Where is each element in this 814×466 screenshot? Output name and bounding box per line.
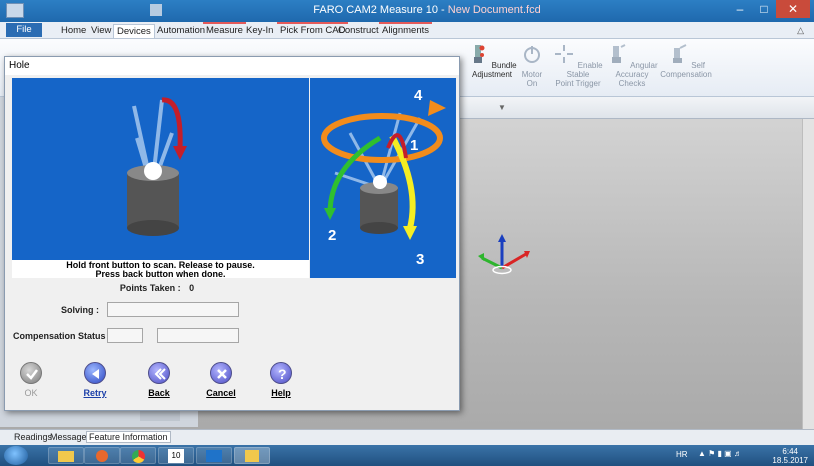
viewport-scrollbar[interactable] bbox=[802, 119, 814, 429]
retry-icon bbox=[84, 362, 106, 384]
taskbar-faro[interactable] bbox=[234, 447, 270, 464]
tab-construct[interactable]: Construct bbox=[335, 24, 382, 38]
cancel-button[interactable]: Cancel bbox=[201, 362, 241, 398]
title-bar: FARO CAM2 Measure 10 - New Document.fcd … bbox=[0, 0, 814, 22]
bundle-adjustment-icon bbox=[474, 45, 485, 63]
maximize-button[interactable]: □ bbox=[752, 0, 776, 18]
chrome-icon bbox=[131, 450, 145, 463]
faro-app-icon bbox=[245, 450, 259, 462]
sweep-label-1: 1 bbox=[410, 137, 418, 154]
probe-compensation-icon bbox=[672, 44, 687, 63]
taskbar-outlook[interactable] bbox=[196, 447, 232, 464]
angular-accuracy-checks-button[interactable]: Angular Accuracy Checks bbox=[598, 41, 666, 88]
compensation-status-field bbox=[157, 328, 239, 343]
points-taken-label: Points Taken : bbox=[119, 283, 181, 293]
ok-button[interactable]: OK bbox=[13, 362, 49, 398]
probe-hole-illustration bbox=[127, 97, 187, 236]
crosshair-icon bbox=[555, 45, 574, 63]
taskbar-media[interactable] bbox=[84, 447, 120, 464]
back-icon bbox=[148, 362, 170, 384]
taskbar-explorer[interactable] bbox=[48, 447, 84, 464]
compensation-status-label: Compensation Status bbox=[13, 331, 106, 341]
motor-on-label: Motor On bbox=[521, 70, 543, 88]
bundle-adjustment-button[interactable]: Bundle Adjustment bbox=[466, 41, 518, 79]
back-label: Back bbox=[148, 388, 170, 398]
sweep-label-2: 2 bbox=[328, 227, 336, 244]
clock[interactable]: 6:44 18.5.2017 bbox=[772, 447, 808, 465]
tab-key-in[interactable]: Key-In bbox=[243, 24, 276, 38]
ribbon-collapse-icon[interactable]: △ bbox=[797, 25, 804, 36]
calendar-icon: 10 bbox=[168, 449, 184, 463]
outlook-icon bbox=[206, 450, 222, 462]
help-label: Help bbox=[271, 388, 291, 398]
tab-measure[interactable]: Measure bbox=[203, 22, 246, 36]
tray-icons[interactable]: ▲ ⚑ ▮ ▣ ♬ bbox=[698, 449, 742, 458]
sweep-label-3: 3 bbox=[416, 251, 424, 268]
folder-icon bbox=[58, 451, 74, 462]
dialog-title: Hole bbox=[5, 57, 459, 75]
close-button[interactable]: ✕ bbox=[776, 0, 810, 18]
taskbar: 10 HR ▲ ⚑ ▮ ▣ ♬ 6:44 18.5.2017 bbox=[0, 445, 814, 466]
window-title-app: FARO CAM2 Measure 10 - bbox=[313, 4, 448, 16]
probe-check-icon bbox=[612, 44, 626, 63]
sweep-label-4: 4 bbox=[414, 87, 423, 104]
self-compensation-button[interactable]: Self Compensation bbox=[658, 41, 714, 79]
instructions-line-2: Press back button when done. bbox=[95, 269, 226, 279]
tab-alignments[interactable]: Alignments bbox=[379, 22, 432, 36]
window-controls: – □ ✕ bbox=[728, 0, 810, 18]
clock-time: 6:44 bbox=[782, 447, 798, 456]
points-taken: Points Taken : 0 bbox=[5, 283, 309, 293]
retry-button[interactable]: Retry bbox=[77, 362, 113, 398]
angular-accuracy-checks-label: Angular Accuracy Checks bbox=[615, 61, 658, 88]
power-icon bbox=[524, 46, 540, 63]
svg-text:?: ? bbox=[278, 366, 287, 382]
clock-date: 18.5.2017 bbox=[772, 456, 808, 465]
compensation-status-indicator bbox=[107, 328, 143, 343]
solving-label: Solving : bbox=[61, 305, 99, 315]
solving-field bbox=[107, 302, 239, 317]
start-button[interactable] bbox=[4, 446, 28, 465]
enable-stable-point-trigger-label: Enable Stable Point Trigger bbox=[555, 61, 603, 88]
tab-view[interactable]: View bbox=[88, 24, 114, 38]
y-axis-arrow bbox=[478, 253, 484, 261]
motor-on-button[interactable]: Motor On bbox=[512, 41, 552, 88]
help-icon: ? bbox=[270, 362, 292, 384]
hole-dialog: Hole 1 2 3 4 Hold front button to scan. … bbox=[4, 56, 460, 411]
viewport-dropdown-icon[interactable]: ▼ bbox=[498, 103, 506, 112]
scan-instructions: Hold front button to scan. Release to pa… bbox=[12, 260, 309, 279]
media-player-icon bbox=[96, 450, 108, 462]
minimize-button[interactable]: – bbox=[728, 0, 752, 18]
cancel-icon bbox=[210, 362, 232, 384]
tab-automation[interactable]: Automation bbox=[154, 24, 208, 38]
tab-devices[interactable]: Devices bbox=[113, 24, 155, 38]
taskbar-chrome[interactable] bbox=[120, 447, 156, 464]
x-axis bbox=[501, 252, 527, 270]
probe-illustration-panel bbox=[12, 78, 309, 260]
tab-home[interactable]: Home bbox=[58, 24, 89, 38]
ok-icon bbox=[20, 362, 42, 384]
coordinate-axes bbox=[478, 234, 530, 275]
bottom-tabs: Readings Messages Feature Information bbox=[0, 429, 814, 445]
ok-label: OK bbox=[24, 388, 38, 398]
tab-file[interactable]: File bbox=[6, 23, 42, 37]
cancel-label: Cancel bbox=[206, 388, 236, 398]
sweep-illustration-panel: 1 2 3 4 bbox=[310, 78, 456, 278]
help-button[interactable]: ? Help bbox=[263, 362, 299, 398]
sweep-directions-illustration: 1 2 3 4 bbox=[321, 87, 446, 268]
retry-label: Retry bbox=[83, 388, 107, 398]
window-title: FARO CAM2 Measure 10 - New Document.fcd bbox=[0, 4, 814, 16]
back-button[interactable]: Back bbox=[141, 362, 177, 398]
taskbar-calendar[interactable]: 10 bbox=[158, 447, 194, 464]
window-title-doc: New Document.fcd bbox=[447, 4, 541, 16]
ribbon-tabs: File Home View Devices Automation Measur… bbox=[0, 22, 814, 39]
points-taken-value: 0 bbox=[189, 283, 195, 293]
tab-feature-information[interactable]: Feature Information bbox=[86, 431, 171, 443]
language-indicator[interactable]: HR bbox=[676, 450, 688, 459]
z-axis-arrow bbox=[498, 234, 506, 242]
